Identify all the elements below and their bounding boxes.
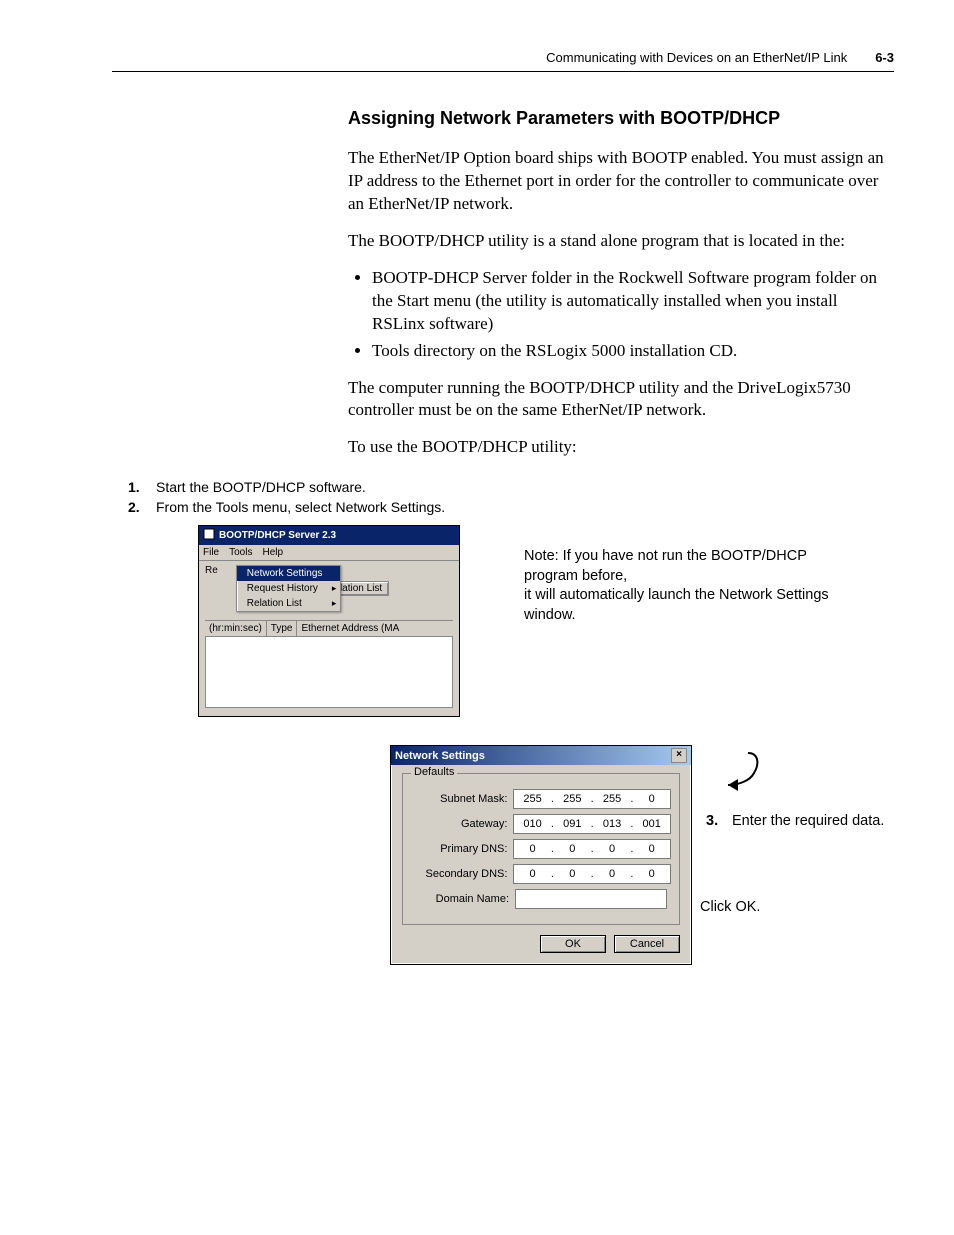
step-number: 3.	[706, 813, 732, 829]
ip-octet[interactable]: 0	[521, 843, 545, 855]
dialog-title: Network Settings	[395, 750, 485, 762]
ip-octet[interactable]: 0	[640, 793, 664, 805]
secondary-dns-input[interactable]: 0. 0. 0. 0	[513, 864, 671, 884]
bootp-list-area	[205, 637, 453, 708]
secondary-dns-label: Secondary DNS:	[411, 868, 513, 880]
ip-octet[interactable]: 001	[640, 818, 664, 830]
section-bullet: Tools directory on the RSLogix 5000 inst…	[372, 340, 894, 363]
section-paragraph-3: The computer running the BOOTP/DHCP util…	[348, 377, 894, 423]
menu-item-relation-list[interactable]: Relation List	[237, 596, 341, 611]
subnet-mask-label: Subnet Mask:	[411, 793, 513, 805]
subnet-mask-input[interactable]: 255. 255. 255. 0	[513, 789, 671, 809]
menu-tools[interactable]: Tools	[229, 547, 252, 558]
ip-octet[interactable]: 255	[521, 793, 545, 805]
step-number: 1.	[128, 479, 156, 495]
gateway-input[interactable]: 010. 091. 013. 001	[513, 814, 671, 834]
column-time: (hr:min:sec)	[205, 621, 267, 636]
step-number: 2.	[128, 499, 156, 515]
domain-name-input[interactable]	[515, 889, 667, 909]
bootp-columns: (hr:min:sec) Type Ethernet Address (MA	[205, 620, 453, 637]
note-line-2: it will automatically launch the Network…	[524, 586, 844, 625]
section-bullet-list: BOOTP-DHCP Server folder in the Rockwell…	[348, 267, 894, 363]
page-number: 6-3	[875, 50, 894, 65]
bootp-window-title: BOOTP/DHCP Server 2.3	[219, 530, 336, 541]
ip-octet[interactable]: 0	[521, 868, 545, 880]
ip-octet[interactable]: 0	[600, 843, 624, 855]
app-icon	[203, 528, 215, 543]
ip-octet[interactable]: 091	[560, 818, 584, 830]
column-ethernet: Ethernet Address (MA	[297, 621, 453, 636]
section-paragraph-2: The BOOTP/DHCP utility is a stand alone …	[348, 230, 894, 253]
running-header: Communicating with Devices on an EtherNe…	[70, 50, 894, 65]
ip-octet[interactable]: 255	[560, 793, 584, 805]
header-rule	[112, 71, 894, 72]
gateway-label: Gateway:	[411, 818, 513, 830]
dialog-title-bar: Network Settings ×	[391, 746, 691, 765]
ip-octet[interactable]: 0	[640, 868, 664, 880]
ip-octet[interactable]: 255	[600, 793, 624, 805]
menu-item-network-settings[interactable]: Network Settings	[237, 566, 341, 581]
menu-help[interactable]: Help	[262, 547, 283, 558]
running-title: Communicating with Devices on an EtherNe…	[546, 50, 847, 65]
curved-arrow-icon	[698, 745, 768, 805]
ok-button[interactable]: OK	[540, 935, 606, 953]
note-line-1: Note: If you have not run the BOOTP/DHCP…	[524, 547, 844, 586]
bootp-window: BOOTP/DHCP Server 2.3 File Tools Help Re…	[198, 525, 460, 717]
group-defaults: Defaults	[411, 766, 457, 778]
partial-label: Re	[205, 565, 218, 576]
primary-dns-input[interactable]: 0. 0. 0. 0	[513, 839, 671, 859]
note-block: Note: If you have not run the BOOTP/DHCP…	[524, 547, 844, 625]
section-paragraph-4: To use the BOOTP/DHCP utility:	[348, 436, 894, 459]
ip-octet[interactable]: 010	[521, 818, 545, 830]
click-ok-text: Click OK.	[700, 899, 884, 915]
bootp-menubar: File Tools Help	[199, 545, 459, 561]
ip-octet[interactable]: 0	[560, 868, 584, 880]
menu-file[interactable]: File	[203, 547, 219, 558]
step-text: From the Tools menu, select Network Sett…	[156, 499, 445, 515]
ip-octet[interactable]: 0	[600, 868, 624, 880]
step-text: Start the BOOTP/DHCP software.	[156, 479, 366, 495]
step-text: Enter the required data.	[732, 813, 884, 829]
ip-octet[interactable]: 013	[600, 818, 624, 830]
domain-name-label: Domain Name:	[411, 893, 515, 905]
tools-dropdown: Network Settings Request History Relatio…	[236, 565, 342, 612]
primary-dns-label: Primary DNS:	[411, 843, 513, 855]
close-icon[interactable]: ×	[671, 748, 687, 763]
column-type: Type	[267, 621, 298, 636]
cancel-button[interactable]: Cancel	[614, 935, 680, 953]
section-bullet: BOOTP-DHCP Server folder in the Rockwell…	[372, 267, 894, 336]
menu-item-request-history[interactable]: Request History	[237, 581, 341, 596]
ip-octet[interactable]: 0	[560, 843, 584, 855]
section-heading: Assigning Network Parameters with BOOTP/…	[348, 108, 894, 129]
bootp-title-bar: BOOTP/DHCP Server 2.3	[199, 526, 459, 545]
network-settings-dialog: Network Settings × Defaults Subnet Mask:…	[390, 745, 692, 965]
ip-octet[interactable]: 0	[640, 843, 664, 855]
section-paragraph-1: The EtherNet/IP Option board ships with …	[348, 147, 894, 216]
step-3: 3. Enter the required data.	[706, 813, 884, 829]
